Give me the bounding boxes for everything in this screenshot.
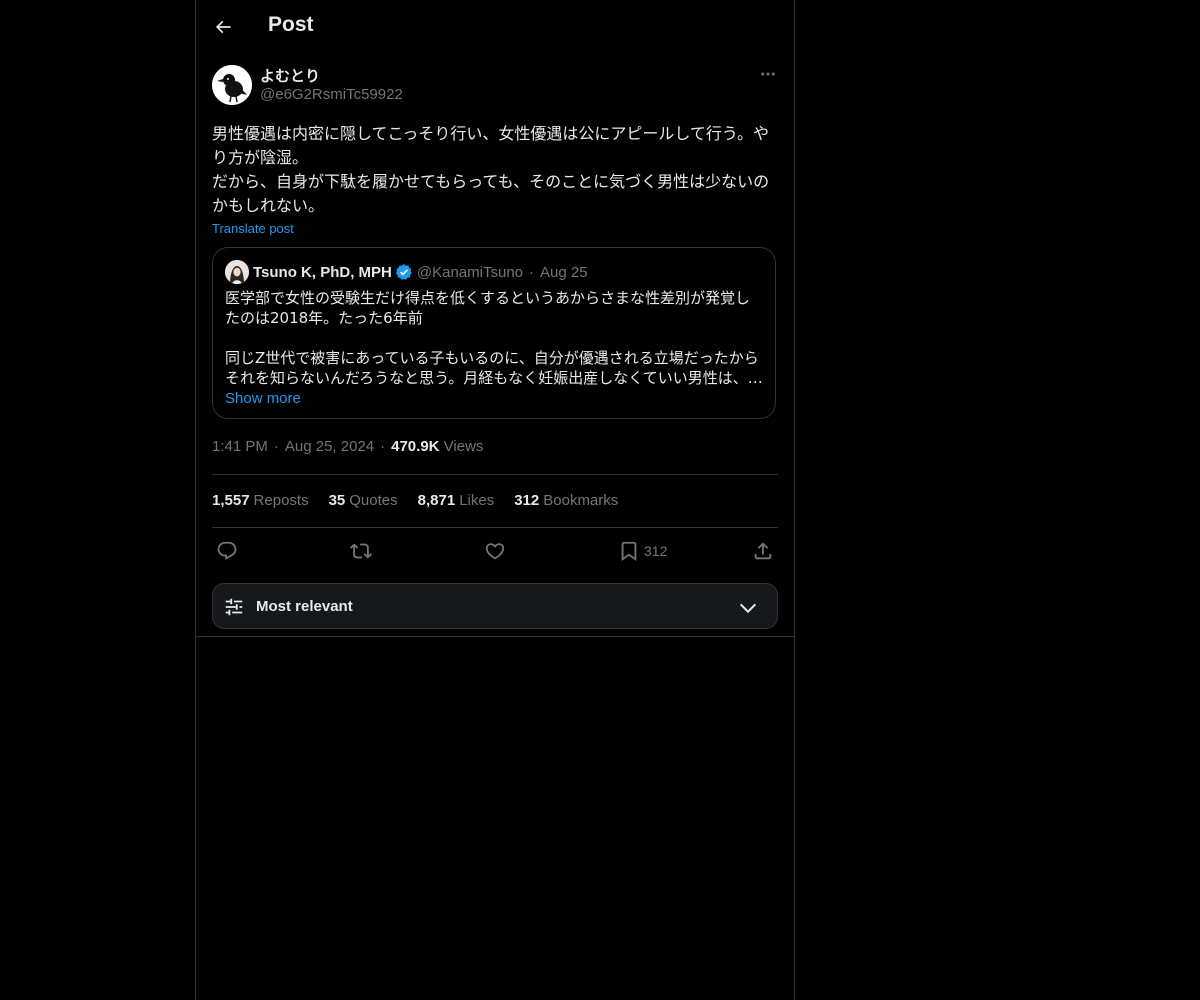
author-name[interactable]: よむとり [260,65,320,86]
share-icon [754,542,772,560]
reposts-count: 1,557 [212,492,250,509]
back-button[interactable] [206,10,240,44]
repost-icon [350,543,372,559]
separator-dot: · [273,438,279,455]
chevron-down-icon [739,603,757,614]
views-count: 470.9K [391,438,440,455]
more-icon [761,72,775,76]
page-title: Post [268,13,314,36]
sliders-icon [225,598,243,616]
post: よむとり @e6G2RsmiTc59922 男性優遇は内密に隠してこっそり行い、… [212,64,778,629]
reposts-stat[interactable]: 1,557 Reposts [212,492,309,509]
person-avatar-icon [225,260,249,284]
repost-button[interactable] [350,539,372,563]
likes-count: 8,871 [417,492,456,509]
author-handle[interactable]: @e6G2RsmiTc59922 [260,86,403,103]
divider [212,474,778,475]
quotes-count: 35 [328,492,346,509]
bookmarks-count: 312 [514,492,540,509]
post-actions: 312 [212,539,778,563]
post-metadata: 1:41 PM · Aug 25, 2024 · 470.9K Views [212,438,483,455]
post-author: よむとり @e6G2RsmiTc59922 [212,64,778,108]
crow-avatar-icon [212,65,252,105]
likes-label: Likes [459,492,495,509]
post-date[interactable]: Aug 25, 2024 [285,438,374,455]
quoted-author-handle: @KanamiTsuno [416,263,524,281]
like-button[interactable] [484,539,506,563]
like-icon [485,543,505,560]
post-time[interactable]: 1:41 PM [212,438,268,455]
quoted-post-header: Tsuno K, PhD, MPH @KanamiTsuno · Aug 25 [225,260,763,284]
share-button[interactable] [752,539,774,563]
likes-stat[interactable]: 8,871 Likes [418,492,495,509]
bookmarks-label: Bookmarks [543,492,619,509]
quoted-post-date: Aug 25 [540,263,588,281]
translate-post-link[interactable]: Translate post [212,221,294,236]
reply-sort-dropdown[interactable]: Most relevant [212,583,778,629]
arrow-left-icon [215,20,231,34]
bookmark-icon [621,541,637,562]
quotes-label: Quotes [349,492,398,509]
post-stats: 1,557 Reposts 35 Quotes 8,871 Likes 312 Book… [212,492,618,509]
bookmarks-stat[interactable]: 312 Bookmarks [514,492,618,509]
quoted-post-text: 医学部で女性の受験生だけ得点を低くするというあからさまな性差別が発覚したのは20… [225,289,763,387]
more-options-button[interactable] [758,64,778,84]
post-text: 男性優遇は内密に隠してこっそり行い、女性優遇は公にアピールして行う。やり方が陰湿… [212,124,770,215]
separator-dot: · [380,438,386,455]
quoted-post[interactable]: Tsuno K, PhD, MPH @KanamiTsuno · Aug 25 … [212,247,776,419]
divider [212,527,778,528]
reply-button[interactable] [216,539,238,563]
bookmark-button[interactable]: 312 [618,539,667,563]
separator-dot: · [529,263,535,281]
reply-icon [217,541,237,560]
reposts-label: Reposts [253,492,309,509]
bookmark-count: 312 [644,543,668,559]
quoted-author-name: Tsuno K, PhD, MPH [253,263,392,281]
section-divider [196,636,794,637]
quotes-stat[interactable]: 35 Quotes [329,492,398,509]
page-header: Post [196,0,794,53]
sort-label: Most relevant [256,598,353,615]
verified-badge-icon [395,264,412,280]
views-label: Views [443,438,484,455]
avatar[interactable] [212,65,252,105]
show-more-link[interactable]: Show more [225,390,301,407]
quoted-avatar [225,260,249,284]
main-column: Post よむとり @e6G2RsmiTc59922 男性優遇は内密に隠してこっ… [195,0,795,1000]
